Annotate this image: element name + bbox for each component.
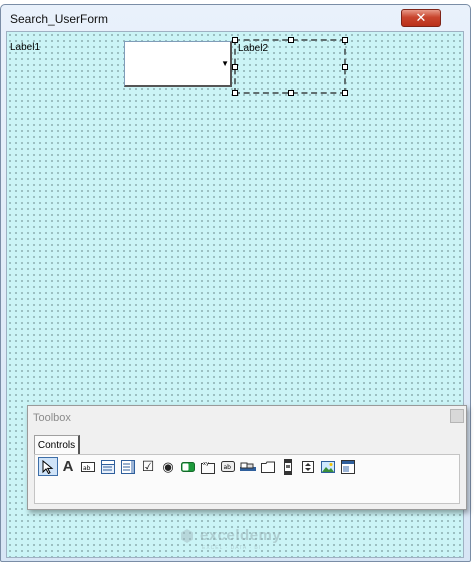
scrollbar-icon <box>284 458 292 475</box>
resize-handle-nw[interactable] <box>232 37 238 43</box>
exceldemy-logo-icon <box>181 528 193 543</box>
tabstrip-tool[interactable] <box>238 457 258 476</box>
command-button-tool[interactable]: ab <box>218 457 238 476</box>
folder-icon <box>261 461 275 473</box>
toolbox-window: Toolbox Controls A ab ☑ ◉ xy ab <box>27 405 467 510</box>
svg-text:ab: ab <box>224 464 232 471</box>
combobox-control[interactable]: ▼ <box>124 41 232 87</box>
command-button-icon: ab <box>221 461 235 472</box>
textbox-tool[interactable]: ab <box>78 457 98 476</box>
combobox-tool[interactable] <box>98 457 118 476</box>
arrow-pointer-icon <box>42 459 54 474</box>
option-button-tool[interactable]: ◉ <box>158 457 178 476</box>
checkbox-icon: ☑ <box>141 458 155 474</box>
window-title: Search_UserForm <box>10 12 109 26</box>
image-tool[interactable] <box>318 457 338 476</box>
listbox-icon <box>121 459 135 474</box>
combobox-icon <box>101 459 115 474</box>
watermark-tagline: EXCEL · DATA · BI <box>202 545 262 551</box>
multipage-tool[interactable] <box>258 457 278 476</box>
toolbox-close-button[interactable] <box>450 409 464 423</box>
toolbox-tool-row: A ab ☑ ◉ xy ab <box>38 457 358 477</box>
resize-handle-w[interactable] <box>232 64 238 70</box>
resize-handle-sw[interactable] <box>232 90 238 96</box>
close-icon: ✕ <box>415 10 427 25</box>
watermark: exceldemy EXCEL · DATA · BI <box>180 527 282 551</box>
frame-icon: xy <box>201 460 215 474</box>
refedit-icon <box>341 459 355 474</box>
resize-handle-s[interactable] <box>288 90 294 96</box>
resize-handle-e[interactable] <box>342 64 348 70</box>
resize-handle-n[interactable] <box>288 37 294 43</box>
label-a-icon: A <box>62 458 74 475</box>
spinbutton-tool[interactable] <box>298 457 318 476</box>
title-bar[interactable]: Search_UserForm ✕ <box>1 5 470 31</box>
select-objects-tool[interactable] <box>38 457 58 476</box>
label2-control-selected[interactable]: Label2 <box>232 37 348 96</box>
listbox-tool[interactable] <box>118 457 138 476</box>
svg-text:xy: xy <box>203 461 209 467</box>
checkbox-tool[interactable]: ☑ <box>138 457 158 476</box>
resize-handle-ne[interactable] <box>342 37 348 43</box>
toggle-icon <box>181 461 195 472</box>
tabstrip-icon <box>240 462 256 471</box>
close-button[interactable]: ✕ <box>401 9 441 27</box>
image-icon <box>321 460 335 473</box>
frame-tool[interactable]: xy <box>198 457 218 476</box>
chevron-down-icon[interactable]: ▼ <box>221 59 229 68</box>
watermark-name: exceldemy <box>200 527 282 544</box>
scrollbar-tool[interactable] <box>278 457 298 476</box>
refedit-tool[interactable] <box>338 457 358 476</box>
toolbox-title: Toolbox <box>33 412 71 424</box>
tab-controls[interactable]: Controls <box>34 435 80 455</box>
label2-text: Label2 <box>238 43 269 54</box>
resize-handle-se[interactable] <box>342 90 348 96</box>
label1-control[interactable]: Label1 <box>10 42 40 53</box>
toolbox-controls-panel: A ab ☑ ◉ xy ab <box>34 454 460 504</box>
spinbutton-icon <box>302 460 314 473</box>
svg-text:ab: ab <box>83 465 91 472</box>
textbox-icon: ab <box>81 461 95 472</box>
label-tool[interactable]: A <box>58 457 78 476</box>
toggle-button-tool[interactable] <box>178 457 198 476</box>
radio-icon: ◉ <box>162 458 174 474</box>
